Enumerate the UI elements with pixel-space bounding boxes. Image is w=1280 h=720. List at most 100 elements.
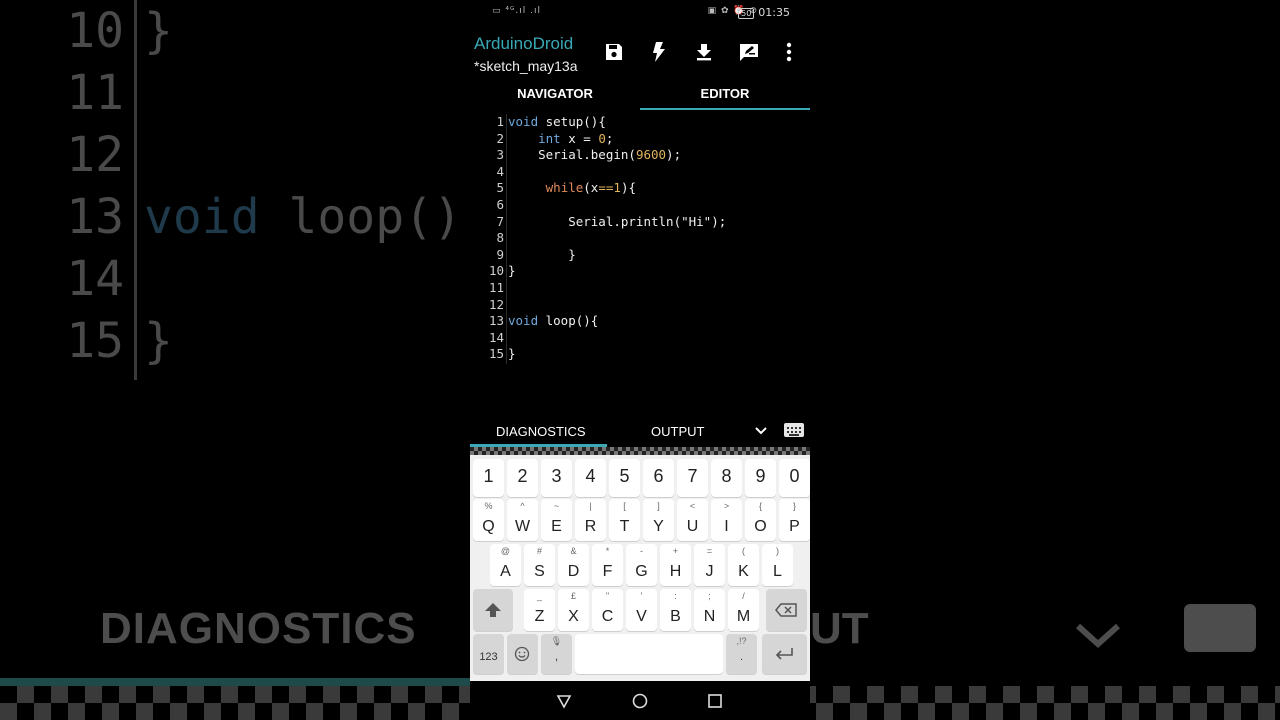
key-alt-label: " (605, 591, 610, 601)
key-6[interactable]: 6 (643, 459, 674, 497)
chevron-down-icon[interactable] (754, 426, 768, 436)
key-b[interactable]: :B (660, 589, 691, 631)
code-line[interactable]: 12 (470, 297, 810, 314)
code-line[interactable]: 9 } (470, 247, 810, 264)
key-j[interactable]: = J (694, 544, 725, 586)
code-text[interactable]: } (508, 346, 516, 363)
code-text[interactable]: void setup(){ (508, 114, 606, 131)
key-t[interactable]: [T (609, 499, 640, 541)
code-line[interactable]: 8 (470, 230, 810, 247)
period-key[interactable]: ,!?. (726, 634, 757, 674)
key-5[interactable]: 5 (609, 459, 640, 497)
save-button[interactable] (602, 40, 626, 64)
code-line[interactable]: 3 Serial.begin(9600); (470, 147, 810, 164)
key-z[interactable]: _ Z (524, 589, 555, 631)
key-e[interactable]: ~ E (541, 499, 572, 541)
key-alt-label: ] (657, 501, 660, 511)
bg-code-text: void loop() (144, 189, 462, 245)
code-line[interactable]: 11 (470, 280, 810, 297)
key-a[interactable]: @ A (490, 544, 521, 586)
key-c[interactable]: " C (592, 589, 623, 631)
comma-key[interactable]: 🎙, (541, 634, 572, 674)
key-label: 1 (483, 466, 494, 486)
enter-key[interactable] (762, 634, 807, 674)
code-line[interactable]: 7 Serial.println("Hi"); (470, 214, 810, 231)
key-o[interactable]: {O (745, 499, 776, 541)
code-text[interactable]: int x = 0; (508, 131, 613, 148)
key-label: V (636, 608, 647, 625)
keyboard-toggle-icon[interactable] (784, 423, 804, 437)
key-1[interactable]: 1 (473, 459, 504, 497)
tab-diagnostics[interactable]: DIAGNOSTICS (496, 424, 586, 439)
key-y[interactable]: ] Y (643, 499, 674, 541)
code-text[interactable]: while(x==1){ (508, 180, 636, 197)
key-p[interactable]: } P (779, 499, 810, 541)
line-number: 2 (496, 130, 504, 146)
line-number: 5 (496, 180, 504, 196)
code-line[interactable]: 15} (470, 346, 810, 363)
code-line[interactable]: 6 (470, 197, 810, 214)
key-alt-label: 🎙 (550, 636, 563, 646)
key-i[interactable]: > I (711, 499, 742, 541)
key-7[interactable]: 7 (677, 459, 708, 497)
tab-navigator[interactable]: NAVIGATOR (470, 82, 640, 110)
code-line[interactable]: 1 void setup(){ (470, 114, 810, 131)
code-line[interactable]: 10} (470, 263, 810, 280)
key-f[interactable]: * F (592, 544, 623, 586)
code-text[interactable]: } (508, 247, 576, 264)
code-line[interactable]: 2 int x = 0; (470, 131, 810, 148)
key-alt-label: < (689, 501, 696, 511)
upload-flash-button[interactable] (647, 40, 671, 64)
download-button[interactable] (692, 40, 716, 64)
shift-key[interactable] (473, 589, 513, 631)
key-r[interactable]: | R (575, 499, 606, 541)
code-line[interactable]: 4 (470, 164, 810, 181)
key-v[interactable]: ' V (626, 589, 657, 631)
key-w[interactable]: ^ W (507, 499, 538, 541)
key-label: E (551, 518, 562, 535)
key-x[interactable]: £ X (558, 589, 589, 631)
code-line[interactable]: 5 while(x==1){ (470, 180, 810, 197)
key-l[interactable]: ) L (762, 544, 793, 586)
code-line[interactable]: 13 void loop(){ (470, 313, 810, 330)
backspace-key[interactable] (766, 589, 807, 631)
code-text[interactable]: Serial.begin(9600); (508, 147, 681, 164)
key-0[interactable]: 0 (779, 459, 810, 497)
more-options-button[interactable] (777, 40, 801, 64)
code-editor[interactable]: 1 void setup(){2 int x = 0; 3 Serial.begin… (470, 114, 810, 414)
key-h[interactable]: + H (660, 544, 691, 586)
code-text[interactable]: } (508, 263, 516, 280)
home-button[interactable] (630, 691, 650, 711)
bg-keyboard-icon (1184, 604, 1256, 652)
key-3[interactable]: 3 (541, 459, 572, 497)
space-bar[interactable] (575, 634, 723, 674)
code-line[interactable]: 14 (470, 330, 810, 347)
line-number: 8 (496, 230, 504, 246)
code-text[interactable]: Serial.println("Hi"); (508, 214, 726, 231)
key-u[interactable]: < U (677, 499, 708, 541)
key-alt-label: % (484, 501, 493, 511)
key-m[interactable]: / M (728, 589, 759, 631)
key-label: F (602, 563, 613, 580)
edit-note-button[interactable] (737, 40, 761, 64)
key-g[interactable]: -G (626, 544, 657, 586)
tab-editor[interactable]: EDITOR (640, 82, 810, 110)
key-s[interactable]: # S (524, 544, 555, 586)
recents-button[interactable] (705, 691, 725, 711)
key-q[interactable]: % Q (473, 499, 504, 541)
key-d[interactable]: & D (558, 544, 589, 586)
key-alt-label: ^ (520, 501, 525, 511)
key-4[interactable]: 4 (575, 459, 606, 497)
key-n[interactable]: ; N (694, 589, 725, 631)
back-button[interactable] (554, 691, 574, 711)
key-label: 6 (653, 466, 664, 486)
symbols-key[interactable]: 123 (473, 634, 504, 674)
code-text[interactable]: void loop(){ (508, 313, 598, 330)
key-k[interactable]: (K (728, 544, 759, 586)
key-8[interactable]: 8 (711, 459, 742, 497)
key-9[interactable]: 9 (745, 459, 776, 497)
key-alt-label: ( (742, 546, 745, 556)
emoji-key[interactable] (507, 634, 538, 674)
key-2[interactable]: 2 (507, 459, 538, 497)
tab-output[interactable]: OUTPUT (651, 424, 704, 439)
